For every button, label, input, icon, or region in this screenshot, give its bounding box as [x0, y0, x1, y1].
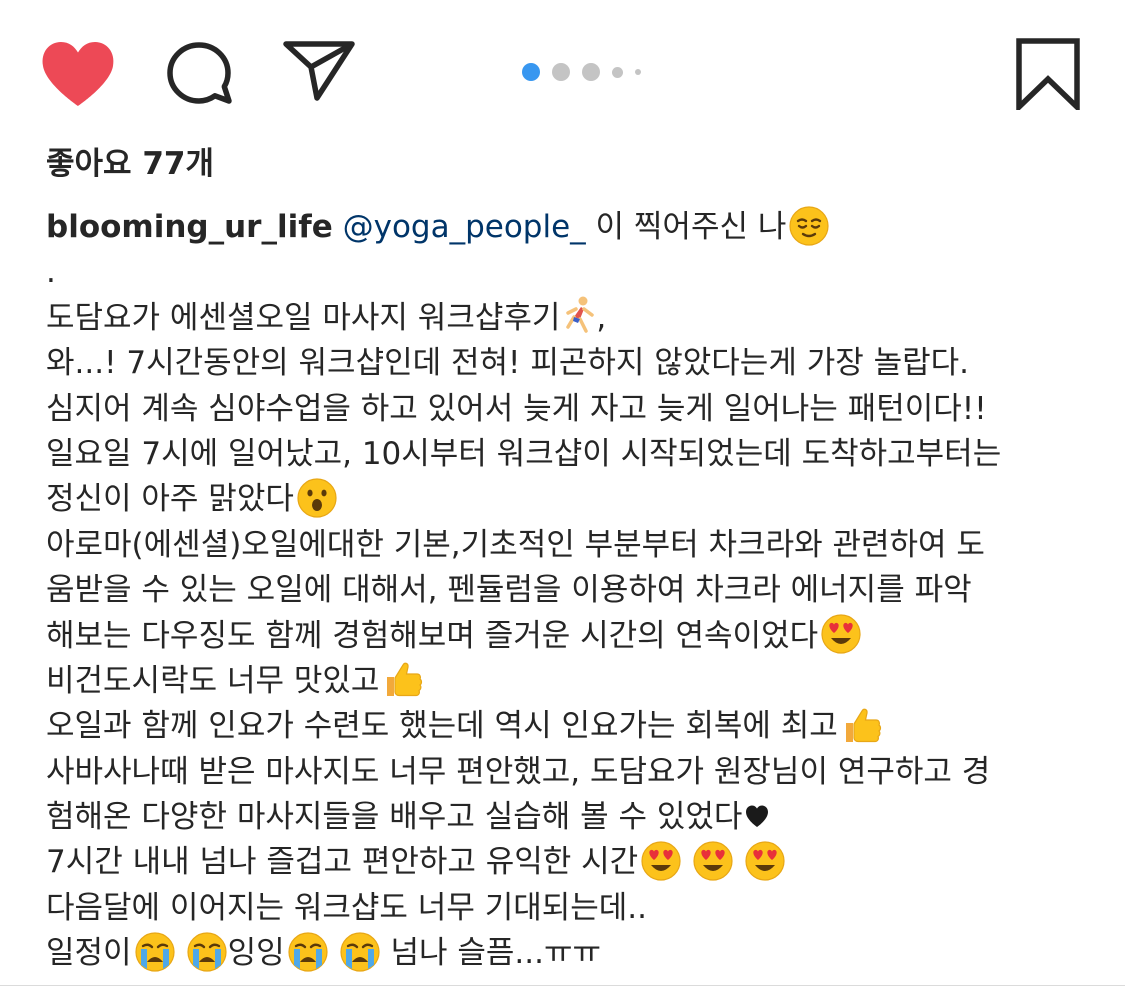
caption-text: , — [596, 299, 607, 336]
carousel-dot — [612, 66, 623, 78]
caption-line: 비건도시락도 너무 맛있고 — [46, 659, 1106, 704]
caption-text: 해보는 다우징도 함께 경험해보며 즐거운 시간의 연속이었다 — [46, 617, 819, 654]
caption-text: 넘나 슬픔...ㅠㅠ — [380, 935, 601, 972]
mention-link[interactable]: @yoga_people_ — [343, 209, 586, 245]
crying-face-emoji-icon — [134, 932, 175, 972]
crying-face-emoji-icon — [288, 932, 328, 972]
caption-line: 7시간 내내 넘나 즐겁고 편안하고 유익한 시간 — [46, 840, 1106, 885]
caption-line: 오일과 함께 인요가 수련도 했는데 역시 인요가는 회복에 최고 — [46, 704, 1106, 749]
caption-line: 다음달에 이어지는 워크샵도 너무 기대되는데.. — [46, 889, 648, 926]
caption-line: 와...! 7시간동안의 워크샵인데 전혀! 피곤하지 않았다는게 가장 놀랍다… — [46, 345, 970, 382]
caption-line: 움받을 수 있는 오일에 대해서, 펜듈럼을 이용하여 차크라 에너지를 파악 — [46, 572, 972, 609]
caption-line: blooming_ur_life @yoga_people_ 이 찍어주신 나 — [46, 205, 1106, 250]
caption-text: 잉잉 — [227, 935, 285, 972]
heart-icon[interactable] — [40, 40, 116, 108]
caption-line: 험해온 다양한 마사지들을 배우고 실습해 볼 수 있었다 — [46, 795, 1106, 840]
caption-text: 정신이 아주 맑았다 — [46, 481, 294, 518]
comment-icon[interactable] — [164, 40, 234, 106]
bookmark-icon[interactable] — [1016, 38, 1080, 110]
caption-text: 일정이 — [46, 935, 132, 972]
caption-line: 정신이 아주 맑았다 — [46, 477, 1106, 522]
caption-text: 도담요가 에센셜오일 마사지 워크샵후기 — [46, 299, 561, 336]
carousel-dot — [552, 63, 570, 81]
caption-line: 사바사나때 받은 마사지도 너무 편안했고, 도담요가 원장님이 연구하고 경 — [46, 753, 991, 790]
username-link[interactable]: blooming_ur_life — [46, 209, 333, 245]
caption-line: 도담요가 에센셜오일 마사지 워크샵후기 , — [46, 296, 1106, 341]
caption-text: 험해온 다양한 마사지들을 배우고 실습해 볼 수 있었다 — [46, 799, 743, 836]
post-action-bar — [0, 0, 1125, 150]
post-caption: blooming_ur_life @yoga_people_ 이 찍어주신 나 … — [46, 205, 1106, 977]
caption-text: 7시간 내내 넘나 즐겁고 편안하고 유익한 시간 — [46, 844, 639, 881]
share-icon[interactable] — [283, 40, 355, 102]
black-heart-emoji-icon — [746, 805, 769, 827]
caption-line: 일정이 잉잉 넘나 슬픔...ㅠㅠ — [46, 931, 1106, 976]
caption-text: 이 찍어주신 나 — [585, 209, 787, 245]
caption-text: 오일과 함께 인요가 수련도 했는데 역시 인요가는 회복에 최고 — [46, 708, 838, 745]
crying-face-emoji-icon — [186, 932, 227, 972]
runner-emoji-icon — [566, 296, 595, 334]
carousel-indicator — [522, 62, 653, 82]
thumbs-up-emoji-icon — [845, 708, 881, 742]
caption-line: 해보는 다우징도 함께 경험해보며 즐거운 시간의 연속이었다 — [46, 614, 1106, 659]
crying-face-emoji-icon — [340, 932, 380, 972]
carousel-dot — [582, 63, 600, 81]
divider — [0, 985, 1125, 986]
caption-line: . — [46, 254, 56, 291]
heart-eyes-emoji-icon — [821, 614, 861, 654]
caption-line: 아로마(에센셜)오일에대한 기본,기초적인 부분부터 차크라와 관련하여 도 — [46, 526, 985, 563]
hushed-face-emoji-icon — [297, 478, 337, 518]
relieved-face-emoji-icon — [789, 205, 829, 246]
heart-eyes-emoji-icon — [641, 841, 681, 881]
likes-count[interactable]: 좋아요 77개 — [46, 142, 214, 186]
caption-text: 비건도시락도 너무 맛있고 — [46, 662, 380, 699]
carousel-dot — [635, 69, 641, 75]
heart-eyes-emoji-icon — [745, 841, 785, 881]
thumbs-up-emoji-icon — [387, 663, 423, 697]
carousel-dot-active — [522, 63, 540, 81]
caption-line: 심지어 계속 심야수업을 하고 있어서 늦게 자고 늦게 일어나는 패턴이다!! — [46, 390, 987, 427]
heart-eyes-emoji-icon — [693, 841, 733, 881]
caption-line: 일요일 7시에 일어났고, 10시부터 워크샵이 시작되었는데 도착하고부터는 — [46, 435, 1002, 472]
